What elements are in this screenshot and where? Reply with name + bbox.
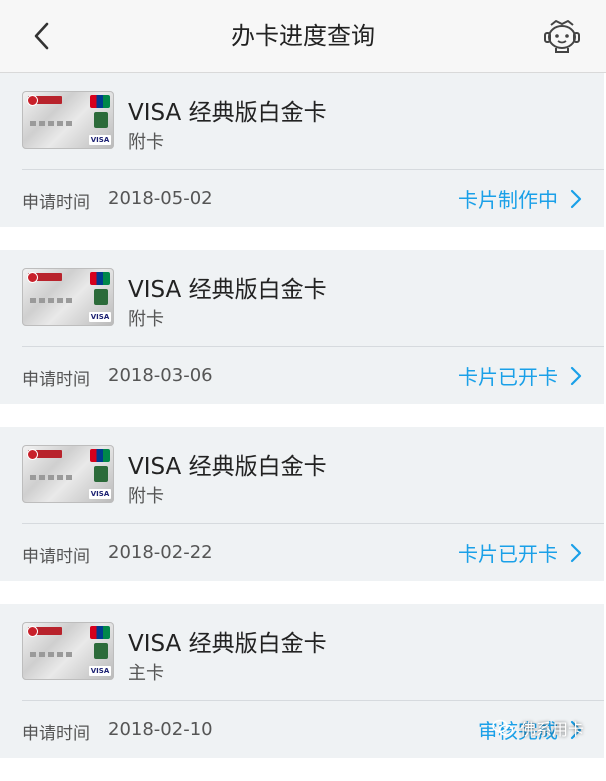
card-number-pattern: [30, 652, 74, 657]
wechat-icon: [492, 719, 514, 736]
visa-logo-icon: VISA: [89, 666, 111, 676]
card-name: VISA 经典版白金卡: [128, 277, 327, 303]
robot-service-icon: [544, 20, 580, 53]
apply-time-label: 申请时间: [22, 193, 90, 213]
unionpay-logo-icon: [90, 626, 110, 639]
bank-logo-icon: [27, 95, 62, 106]
status-link[interactable]: 卡片已开卡: [458, 361, 582, 390]
visa-logo-icon: VISA: [89, 135, 111, 145]
status-text: 卡片已开卡: [458, 365, 558, 389]
customer-service-button[interactable]: [542, 16, 582, 56]
application-card[interactable]: VISA VISA 经典版白金卡 附卡 申请时间 2018-02-22 卡片已开…: [0, 427, 604, 581]
card-emblem-icon: [94, 112, 108, 128]
status-link[interactable]: 卡片已开卡: [458, 538, 582, 567]
bank-logo-icon: [27, 449, 62, 460]
page-title: 办卡进度查询: [231, 22, 375, 50]
chevron-right-icon: [570, 189, 582, 208]
apply-date: 2018-02-10: [108, 719, 213, 740]
application-card[interactable]: VISA VISA 经典版白金卡 附卡 申请时间 2018-05-02 卡片制作…: [0, 73, 604, 227]
credit-card-image: VISA: [22, 91, 114, 149]
card-name: VISA 经典版白金卡: [128, 100, 327, 126]
card-emblem-icon: [94, 466, 108, 482]
card-info: VISA VISA 经典版白金卡 主卡: [22, 604, 604, 701]
apply-time-label: 申请时间: [22, 547, 90, 567]
card-type: 附卡: [128, 309, 164, 330]
card-name: VISA 经典版白金卡: [128, 631, 327, 657]
unionpay-logo-icon: [90, 95, 110, 108]
watermark: 佛系用卡: [492, 716, 584, 740]
card-meta: 申请时间 2018-02-22 卡片已开卡: [0, 524, 604, 581]
visa-logo-icon: VISA: [89, 489, 111, 499]
status-link[interactable]: 卡片制作中: [458, 184, 582, 213]
card-number-pattern: [30, 475, 74, 480]
credit-card-image: VISA: [22, 445, 114, 503]
application-list: VISA VISA 经典版白金卡 附卡 申请时间 2018-05-02 卡片制作…: [0, 73, 606, 781]
credit-card-image: VISA: [22, 622, 114, 680]
credit-card-image: VISA: [22, 268, 114, 326]
card-meta: 申请时间 2018-05-02 卡片制作中: [0, 170, 604, 227]
unionpay-logo-icon: [90, 272, 110, 285]
card-info: VISA VISA 经典版白金卡 附卡: [22, 73, 604, 170]
bank-logo-icon: [27, 626, 62, 637]
card-emblem-icon: [94, 289, 108, 305]
application-card[interactable]: VISA VISA 经典版白金卡 附卡 申请时间 2018-03-06 卡片已开…: [0, 250, 604, 404]
apply-time-label: 申请时间: [22, 724, 90, 744]
status-text: 卡片已开卡: [458, 542, 558, 566]
card-emblem-icon: [94, 643, 108, 659]
chevron-right-icon: [570, 543, 582, 562]
bank-logo-icon: [27, 272, 62, 283]
card-meta: 申请时间 2018-03-06 卡片已开卡: [0, 347, 604, 404]
apply-time-label: 申请时间: [22, 370, 90, 390]
card-number-pattern: [30, 121, 74, 126]
visa-logo-icon: VISA: [89, 312, 111, 322]
status-text: 卡片制作中: [458, 188, 558, 212]
card-type: 主卡: [128, 663, 164, 684]
unionpay-logo-icon: [90, 449, 110, 462]
card-info: VISA VISA 经典版白金卡 附卡: [22, 427, 604, 524]
watermark-text: 佛系用卡: [519, 720, 584, 739]
apply-date: 2018-05-02: [108, 188, 213, 209]
card-number-pattern: [30, 298, 74, 303]
card-type: 附卡: [128, 132, 164, 153]
apply-date: 2018-02-22: [108, 542, 213, 563]
navigation-bar: 办卡进度查询: [0, 0, 606, 73]
chevron-right-icon: [570, 366, 582, 385]
card-name: VISA 经典版白金卡: [128, 454, 327, 480]
card-info: VISA VISA 经典版白金卡 附卡: [22, 250, 604, 347]
card-type: 附卡: [128, 486, 164, 507]
apply-date: 2018-03-06: [108, 365, 213, 386]
